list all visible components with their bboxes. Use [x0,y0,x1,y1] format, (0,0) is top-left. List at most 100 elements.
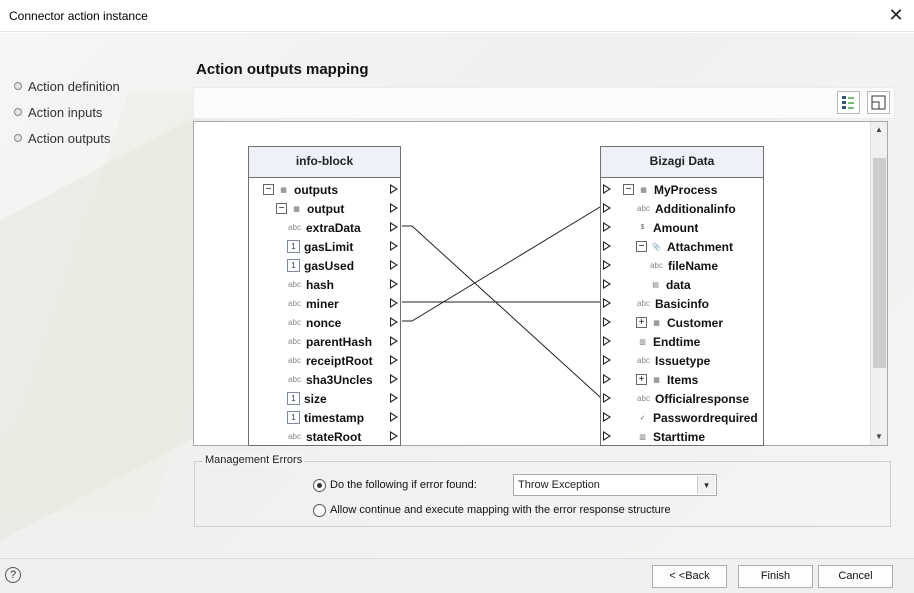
fit-view-button[interactable] [867,91,890,114]
nav-item-action-definition[interactable]: Action definition [14,73,120,99]
tree-node[interactable]: − ▦ outputs [249,180,400,199]
connector-port-icon[interactable] [603,374,611,384]
scroll-thumb[interactable] [873,158,886,368]
connector-port-icon[interactable] [603,184,611,194]
radio-throw-error[interactable] [313,479,326,492]
cancel-button[interactable]: Cancel [818,565,893,588]
connector-port-icon[interactable] [603,260,611,270]
tree-node[interactable]: abc miner [249,294,400,313]
tree-node[interactable]: 1 gasUsed [249,256,400,275]
connector-port-icon[interactable] [390,260,398,270]
connector-port-icon[interactable] [390,241,398,251]
tree-node[interactable]: − 📎 Attachment [601,237,763,256]
tree-node-label: nonce [306,315,342,330]
tree-node[interactable]: 1 timestamp [249,408,400,427]
connector-port-icon[interactable] [603,336,611,346]
tree-node[interactable]: abc Additionalinfo [601,199,763,218]
tree-node[interactable]: ▥ Endtime [601,332,763,351]
connector-port-icon[interactable] [603,222,611,232]
connector-port-icon[interactable] [603,203,611,213]
num-type-icon: 1 [287,411,300,424]
connector-port-icon[interactable] [390,412,398,422]
tree-node[interactable]: 1 size [249,389,400,408]
tree-node[interactable]: abc Basicinfo [601,294,763,313]
tree-node-label: Customer [667,315,724,330]
mapping-line[interactable] [402,225,606,398]
connector-port-icon[interactable] [390,298,398,308]
mapping-line[interactable] [402,206,606,322]
connector-port-icon[interactable] [390,317,398,327]
connector-port-icon[interactable] [603,412,611,422]
connector-port-icon[interactable] [390,355,398,365]
radio-label: Do the following if error found: [330,479,477,491]
connector-port-icon[interactable] [390,279,398,289]
tree-node[interactable]: abc fileName [601,256,763,275]
chevron-down-icon[interactable]: ▾ [697,476,715,494]
tree-node[interactable]: ▥ Starttime [601,427,763,445]
tree-node[interactable]: abc sha3Uncles [249,370,400,389]
abc-type-icon: abc [288,432,301,441]
table-type-icon: ▦ [640,186,647,194]
tree-node[interactable]: ▤ data [601,275,763,294]
expand-icon[interactable]: + [636,374,647,385]
connector-port-icon[interactable] [603,241,611,251]
connector-port-icon[interactable] [390,374,398,384]
tree-node[interactable]: abc nonce [249,313,400,332]
tree-node[interactable]: − ▦ MyProcess [601,180,763,199]
tree-node[interactable]: $ Amount [601,218,763,237]
connector-port-icon[interactable] [390,431,398,441]
tree-node[interactable]: abc stateRoot [249,427,400,445]
tree-node-label: gasLimit [304,239,354,254]
dialog-content: Action definition Action inputs Action o… [0,33,914,558]
tree-node[interactable]: abc extraData [249,218,400,237]
connector-port-icon[interactable] [603,298,611,308]
error-action-select[interactable]: Throw Exception ▾ [513,474,717,496]
connector-port-icon[interactable] [390,222,398,232]
back-button[interactable]: < <Back [652,565,727,588]
tree-node-label: Endtime [653,334,701,349]
tree-node-label: Basicinfo [655,296,710,311]
mapping-canvas[interactable]: info-block − ▦ outputs − ▦ output abc extraData… [193,121,888,446]
radio-allow-continue[interactable] [313,504,326,517]
tree-node[interactable]: abc Issuetype [601,351,763,370]
connector-port-icon[interactable] [603,355,611,365]
file-type-icon: ▤ [652,281,659,289]
collapse-icon[interactable]: − [263,184,274,195]
connector-port-icon[interactable] [603,393,611,403]
connector-port-icon[interactable] [603,279,611,289]
source-box-title: info-block [249,147,400,178]
tree-node[interactable]: abc parentHash [249,332,400,351]
tree-node-label: extraData [306,220,361,235]
help-icon[interactable]: ? [5,567,21,583]
nav-item-action-outputs[interactable]: Action outputs [14,125,120,151]
abc-type-icon: abc [288,280,301,289]
connector-port-icon[interactable] [390,336,398,346]
tree-node[interactable]: ✓ Passwordrequired [601,408,763,427]
tree-node[interactable]: abc hash [249,275,400,294]
tree-node[interactable]: abc receiptRoot [249,351,400,370]
nav-item-action-inputs[interactable]: Action inputs [14,99,120,125]
connector-port-icon[interactable] [603,317,611,327]
tree-node-label: output [307,201,345,216]
table-type-icon: ▦ [653,319,660,327]
collapse-icon[interactable]: − [276,203,287,214]
collapse-icon[interactable]: − [623,184,634,195]
finish-button[interactable]: Finish [738,565,813,588]
tree-node[interactable]: − ▦ output [249,199,400,218]
auto-map-button[interactable] [837,91,860,114]
scroll-down-icon[interactable]: ▼ [871,429,887,445]
vertical-scrollbar[interactable]: ▲ ▼ [870,122,887,445]
tree-node[interactable]: 1 gasLimit [249,237,400,256]
collapse-icon[interactable]: − [636,241,647,252]
expand-icon[interactable]: + [636,317,647,328]
mapping-toolbar [193,87,895,119]
connector-port-icon[interactable] [390,393,398,403]
connector-port-icon[interactable] [390,184,398,194]
scroll-up-icon[interactable]: ▲ [871,122,887,138]
tree-node[interactable]: + ▦ Items [601,370,763,389]
connector-port-icon[interactable] [390,203,398,213]
connector-port-icon[interactable] [603,431,611,441]
tree-node[interactable]: abc Officialresponse [601,389,763,408]
close-icon[interactable]: ✕ [886,5,906,25]
tree-node[interactable]: + ▦ Customer [601,313,763,332]
